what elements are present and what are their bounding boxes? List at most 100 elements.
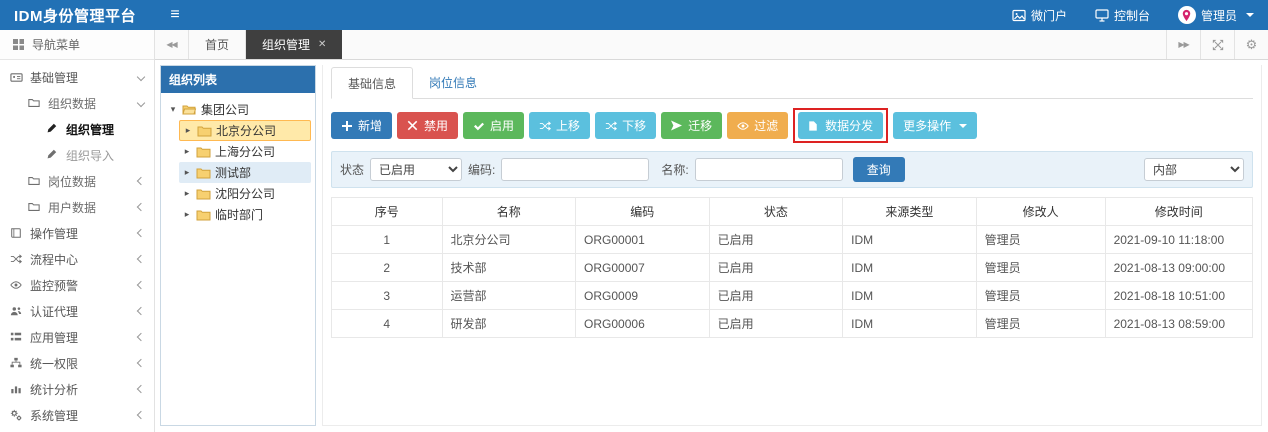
tree-expand-icon[interactable]: ▸ [183, 125, 193, 136]
tabs-scroll-left-button[interactable]: ◀◀ [155, 30, 189, 59]
more-actions-button[interactable]: 更多操作 [893, 112, 978, 139]
sidebar-item-system-mgmt[interactable]: 系统管理 [0, 402, 154, 428]
org-tree: ▾ 集团公司 ▸ 北京分公司 ▸ 上海分公司 ▸ 测试部 ▸ 沈阳分公司 ▸ 临… [161, 93, 315, 425]
close-icon[interactable]: ✕ [318, 39, 326, 50]
list-icon [10, 331, 23, 344]
disable-button[interactable]: 禁用 [397, 112, 459, 139]
code-input[interactable] [501, 158, 650, 181]
folder-icon [197, 125, 212, 137]
table-row[interactable]: 2 技术部 ORG00007 已启用 IDM 管理员 2021-08-13 09… [331, 253, 1254, 282]
random-icon [10, 253, 23, 266]
folder-icon [28, 175, 41, 188]
cell-modifier: 管理员 [975, 253, 1106, 282]
col-modifier: 修改人 [975, 197, 1106, 226]
sidebar-item-app-mgmt[interactable]: 应用管理 [0, 324, 154, 350]
status-label: 状态 [340, 163, 365, 177]
table-header-row: 序号 名称 编码 状态 来源类型 修改人 修改时间 [331, 197, 1254, 226]
data-distribute-button-label: 数据分发 [825, 119, 874, 133]
sidebar-item-basic-mgmt[interactable]: 基础管理 [0, 64, 154, 90]
tree-node-label[interactable]: 集团公司 [201, 101, 249, 118]
enable-button-label: 启用 [490, 119, 515, 133]
sidebar-toggle-icon[interactable]: ≡ [155, 6, 195, 24]
migrate-button[interactable]: 迁移 [661, 112, 723, 139]
tree-expand-icon[interactable]: ▸ [182, 167, 192, 178]
random-icon [539, 120, 552, 132]
query-button[interactable]: 查询 [852, 157, 905, 182]
sidebar-item-org-data[interactable]: 组织数据 [0, 90, 154, 116]
col-name: 名称 [441, 197, 577, 226]
col-seq: 序号 [331, 197, 443, 226]
console-label: 控制台 [1113, 8, 1150, 23]
sidebar-item-unified-permission[interactable]: 统一权限 [0, 350, 154, 376]
tab-position-info[interactable]: 岗位信息 [413, 67, 493, 98]
tree-expand-icon[interactable]: ▾ [168, 104, 178, 115]
tabs-scroll-right-button[interactable]: ▶▶ [1166, 30, 1200, 59]
sidebar-item-auth-proxy[interactable]: 认证代理 [0, 298, 154, 324]
filter-bar: 状态 已启用 编码: 名称: 查询 内部 [331, 151, 1253, 188]
avatar [1177, 6, 1196, 24]
folder-icon [28, 97, 41, 110]
sidebar-item-org-import[interactable]: 组织导入 [0, 142, 154, 168]
cell-seq: 2 [331, 253, 443, 282]
chevron-left-icon [136, 202, 146, 212]
sidebar-item-user-data[interactable]: 用户数据 [0, 194, 154, 220]
tree-node-label[interactable]: 上海分公司 [215, 143, 275, 160]
tree-node[interactable]: ▸ 临时部门 [179, 204, 311, 225]
table-row[interactable]: 3 运营部 ORG0009 已启用 IDM 管理员 2021-08-18 10:… [331, 281, 1254, 310]
sidebar-item-label: 认证代理 [30, 304, 79, 319]
cell-source-type: IDM [842, 281, 977, 310]
cell-status: 已启用 [708, 253, 844, 282]
console-link[interactable]: 控制台 [1081, 0, 1164, 30]
user-menu[interactable]: 管理员 [1164, 0, 1268, 30]
cell-source-type: IDM [842, 253, 977, 282]
tree-node-root[interactable]: ▾ 集团公司 [165, 99, 311, 120]
enable-button[interactable]: 启用 [463, 112, 525, 139]
folder-icon [196, 188, 211, 200]
cell-modified-time: 2021-09-10 11:18:00 [1104, 225, 1254, 254]
sidebar-item-monitor-alert[interactable]: 监控预警 [0, 272, 154, 298]
eye-icon [737, 120, 749, 132]
add-button[interactable]: 新增 [331, 112, 393, 139]
tab-home-label: 首页 [205, 38, 230, 52]
sidebar-item-statistics[interactable]: 统计分析 [0, 376, 154, 402]
portal-link[interactable]: 微门户 [998, 0, 1081, 30]
tree-node[interactable]: ▸ 上海分公司 [179, 141, 311, 162]
tree-node[interactable]: ▸ 测试部 [179, 162, 311, 183]
tree-node-label[interactable]: 临时部门 [215, 206, 263, 223]
sidebar-item-position-data[interactable]: 岗位数据 [0, 168, 154, 194]
sidebar-item-label: 组织导入 [66, 148, 115, 163]
name-input[interactable] [694, 158, 843, 181]
move-down-button[interactable]: 下移 [595, 112, 657, 139]
sidebar-item-process-center[interactable]: 流程中心 [0, 246, 154, 272]
settings-button[interactable]: ⚙ [1234, 30, 1268, 59]
detail-tabs: 基础信息 岗位信息 [331, 67, 1253, 99]
tree-node-label[interactable]: 测试部 [215, 164, 251, 181]
migrate-button-label: 迁移 [688, 119, 713, 133]
main-panel: 基础信息 岗位信息 新增 禁用 启用 上移 下移 迁移 过滤 数据分发 更多操作… [322, 65, 1262, 426]
tree-expand-icon[interactable]: ▸ [182, 146, 192, 157]
tree-node-label[interactable]: 沈阳分公司 [215, 185, 275, 202]
filter-button[interactable]: 过滤 [727, 112, 789, 139]
sidebar-item-operation-mgmt[interactable]: 操作管理 [0, 220, 154, 246]
cell-modifier: 管理员 [975, 281, 1106, 310]
tree-node-selected[interactable]: ▸ 北京分公司 [179, 120, 311, 141]
fullscreen-button[interactable] [1200, 30, 1234, 59]
table-row[interactable]: 1 北京分公司 ORG00001 已启用 IDM 管理员 2021-09-10 … [331, 225, 1254, 254]
status-select[interactable]: 已启用 [370, 158, 463, 181]
scope-select[interactable]: 内部 [1144, 158, 1244, 181]
cell-status: 已启用 [708, 281, 844, 310]
pencil-icon [46, 123, 59, 136]
tree-expand-icon[interactable]: ▸ [182, 209, 192, 220]
sidebar-item-org-manage[interactable]: 组织管理 [0, 116, 154, 142]
tree-expand-icon[interactable]: ▸ [182, 188, 192, 199]
tree-node-label[interactable]: 北京分公司 [216, 122, 276, 139]
cell-modified-time: 2021-08-13 08:59:00 [1104, 309, 1254, 338]
data-distribute-button[interactable]: 数据分发 [798, 112, 884, 139]
table-row[interactable]: 4 研发部 ORG00006 已启用 IDM 管理员 2021-08-13 08… [331, 309, 1254, 338]
move-up-button[interactable]: 上移 [529, 112, 591, 139]
tab-home[interactable]: 首页 [189, 30, 247, 59]
tab-basic-info[interactable]: 基础信息 [331, 67, 414, 99]
cell-name: 北京分公司 [441, 225, 577, 254]
tab-org-manage[interactable]: 组织管理 ✕ [246, 30, 343, 59]
tree-node[interactable]: ▸ 沈阳分公司 [179, 183, 311, 204]
